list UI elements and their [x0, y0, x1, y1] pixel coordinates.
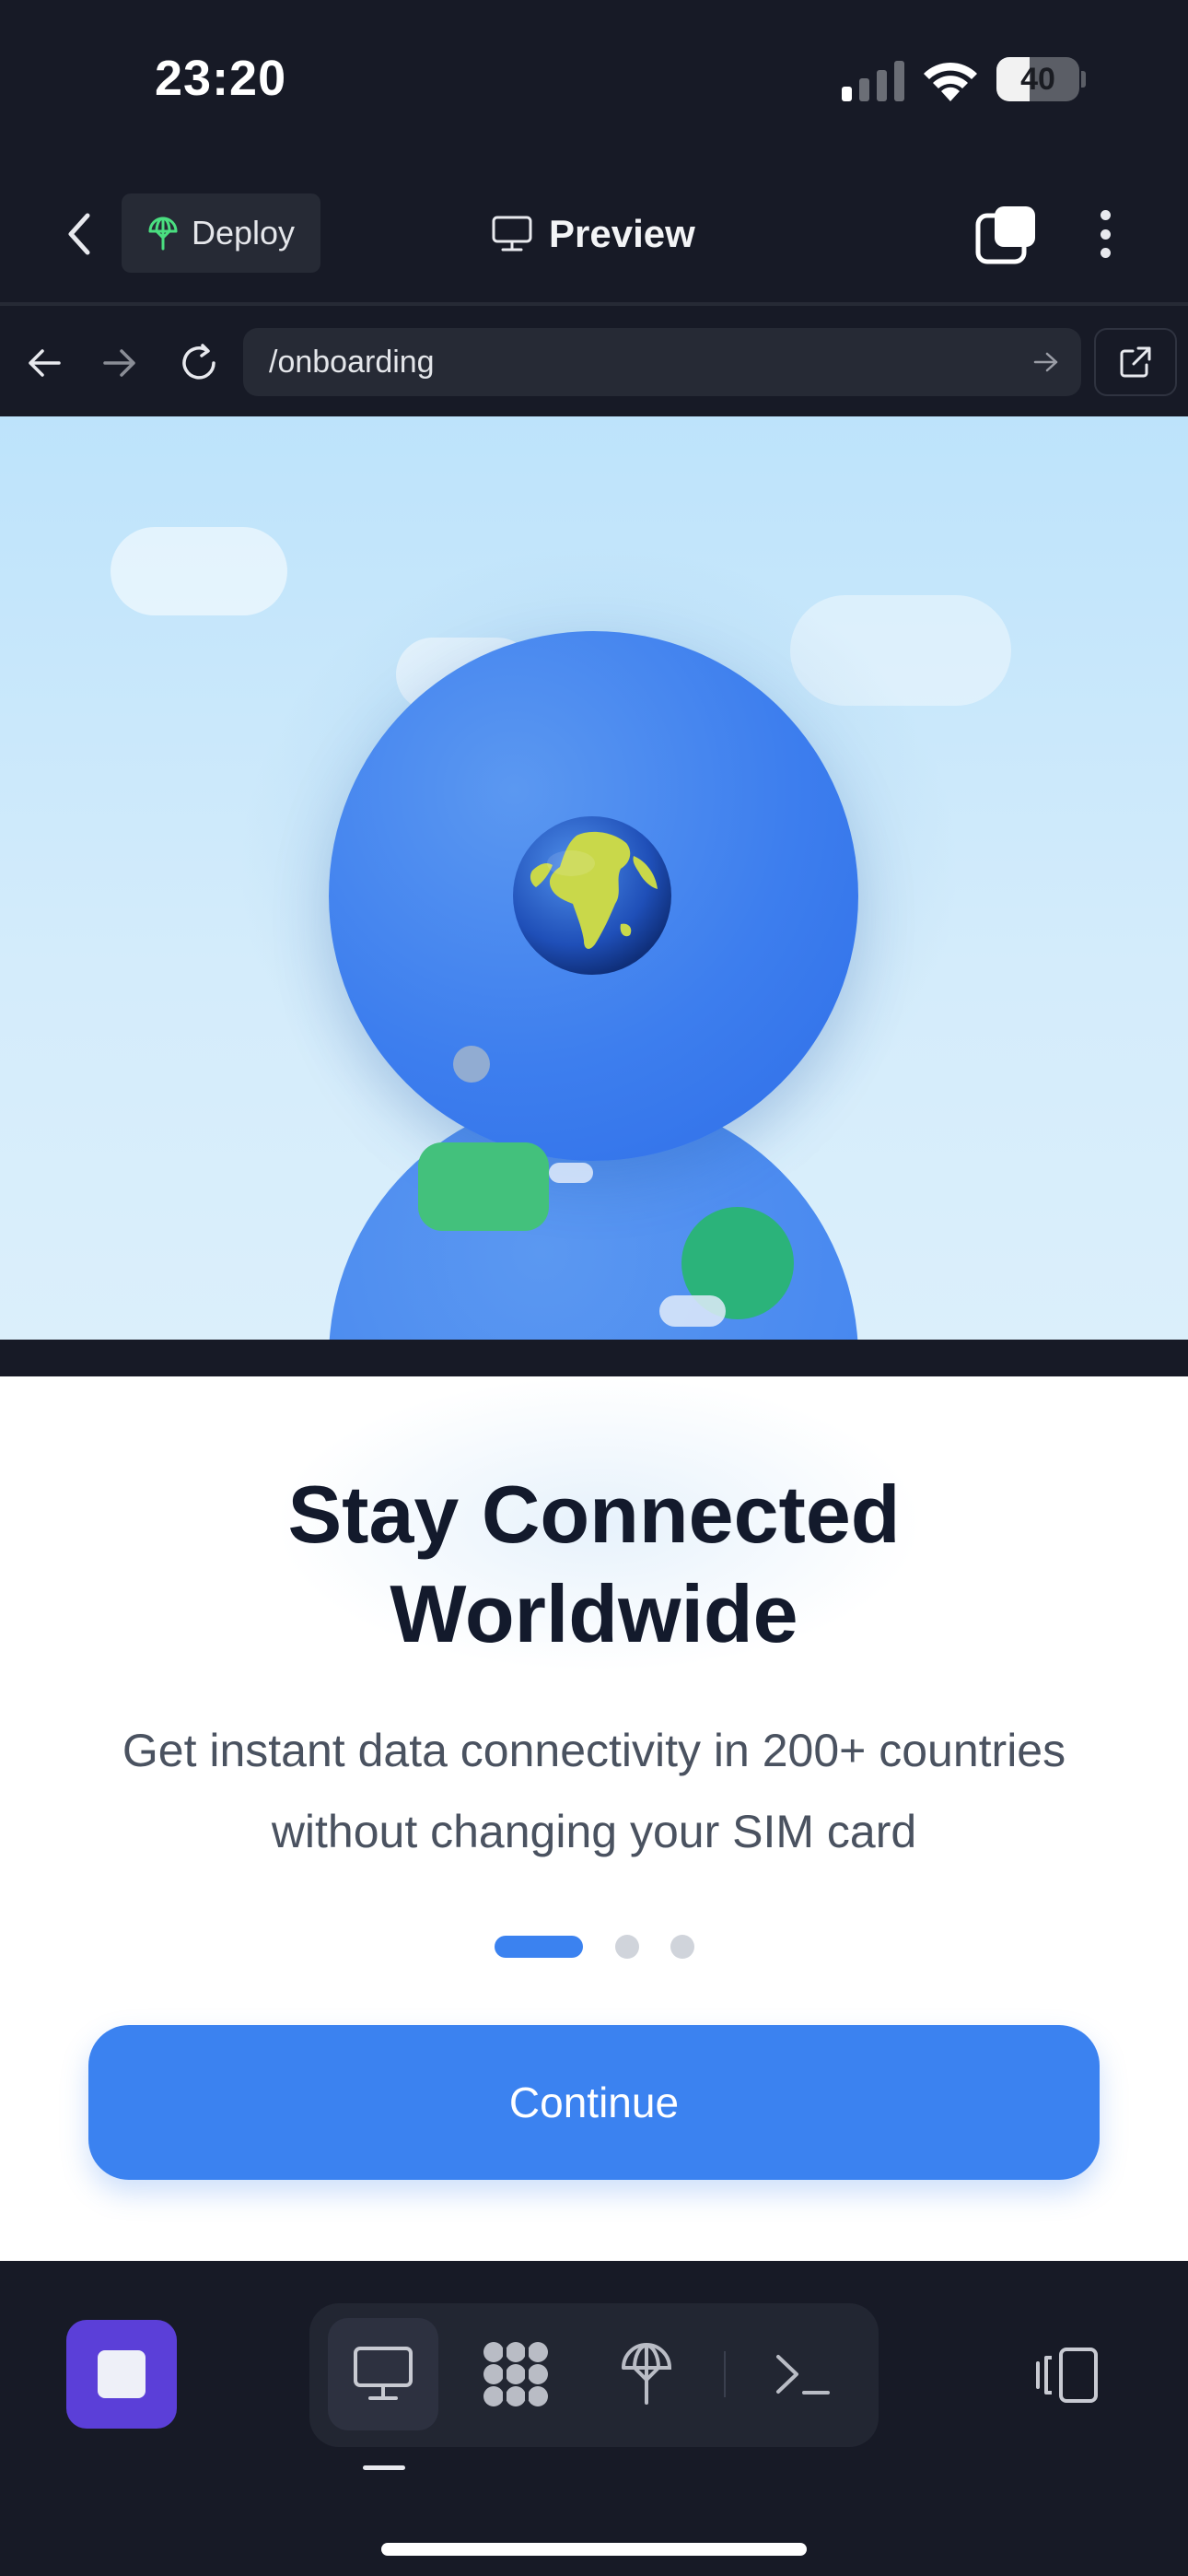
deploy-button[interactable]: Deploy — [122, 193, 320, 273]
cloud-shape — [111, 527, 287, 615]
globe-icon — [513, 816, 671, 975]
onboarding-description: Get instant data connectivity in 200+ co… — [122, 1725, 1066, 1857]
continue-button[interactable]: Continue — [88, 2025, 1100, 2180]
view-mode-toolbar — [309, 2303, 879, 2447]
url-input[interactable]: /onboarding — [243, 328, 1081, 396]
active-tab-indicator — [363, 2465, 405, 2470]
more-dot-icon — [1100, 210, 1111, 220]
grid-nodes-icon — [483, 2342, 548, 2406]
page-indicator-dot[interactable] — [670, 1935, 694, 1959]
deploy-antenna-icon — [148, 217, 178, 251]
header-title: Preview — [549, 212, 695, 255]
monitor-icon — [492, 216, 532, 252]
battery-level: 40 — [1020, 62, 1055, 97]
reload-button[interactable] — [171, 335, 227, 391]
header-divider — [0, 302, 1188, 306]
more-options-button[interactable] — [1085, 203, 1125, 265]
page-indicator-active[interactable] — [495, 1936, 583, 1958]
cloud-shape — [659, 1295, 726, 1327]
external-link-icon — [1120, 346, 1151, 378]
wifi-icon — [924, 62, 977, 101]
cloud-shape — [549, 1163, 593, 1183]
deploy-label: Deploy — [192, 214, 296, 252]
devices-icon — [1036, 2348, 1098, 2403]
page-indicator-dot[interactable] — [615, 1935, 639, 1959]
cellular-signal-icon — [842, 61, 904, 101]
deploy-antenna-icon — [622, 2343, 672, 2405]
go-arrow-icon[interactable] — [1033, 351, 1059, 373]
battery-icon: 40 — [996, 57, 1086, 101]
deploy-mode-button[interactable] — [591, 2318, 702, 2430]
home-indicator[interactable] — [381, 2543, 807, 2556]
toolbar-divider — [724, 2351, 726, 2397]
more-dot-icon — [1100, 248, 1111, 258]
arrow-right-icon — [103, 349, 135, 377]
open-external-button[interactable] — [1094, 328, 1177, 396]
moon-dot — [453, 1046, 490, 1083]
preview-title: Preview — [492, 205, 695, 263]
chevron-left-icon — [68, 213, 90, 255]
components-mode-button[interactable] — [460, 2318, 571, 2430]
onboarding-headline: Stay Connected Worldwide — [287, 1469, 901, 1659]
stop-button[interactable] — [66, 2320, 177, 2429]
device-toggle-button[interactable] — [1030, 2340, 1103, 2410]
stop-icon — [98, 2350, 146, 2398]
status-time: 23:20 — [155, 51, 287, 106]
browser-forward-button[interactable] — [92, 335, 147, 391]
hero-illustration — [0, 416, 1188, 1340]
monitor-icon — [354, 2347, 413, 2400]
url-text: /onboarding — [269, 344, 435, 380]
more-dot-icon — [1100, 228, 1111, 240]
reload-icon — [182, 344, 215, 380]
terminal-icon — [776, 2355, 830, 2395]
terminal-mode-button[interactable] — [748, 2318, 858, 2430]
back-button[interactable] — [52, 205, 107, 263]
arrow-left-icon — [29, 349, 61, 377]
preview-mode-button[interactable] — [328, 2318, 438, 2430]
browser-back-button[interactable] — [17, 335, 72, 391]
land-shape — [418, 1142, 549, 1231]
tabs-switcher-icon[interactable] — [974, 203, 1039, 265]
